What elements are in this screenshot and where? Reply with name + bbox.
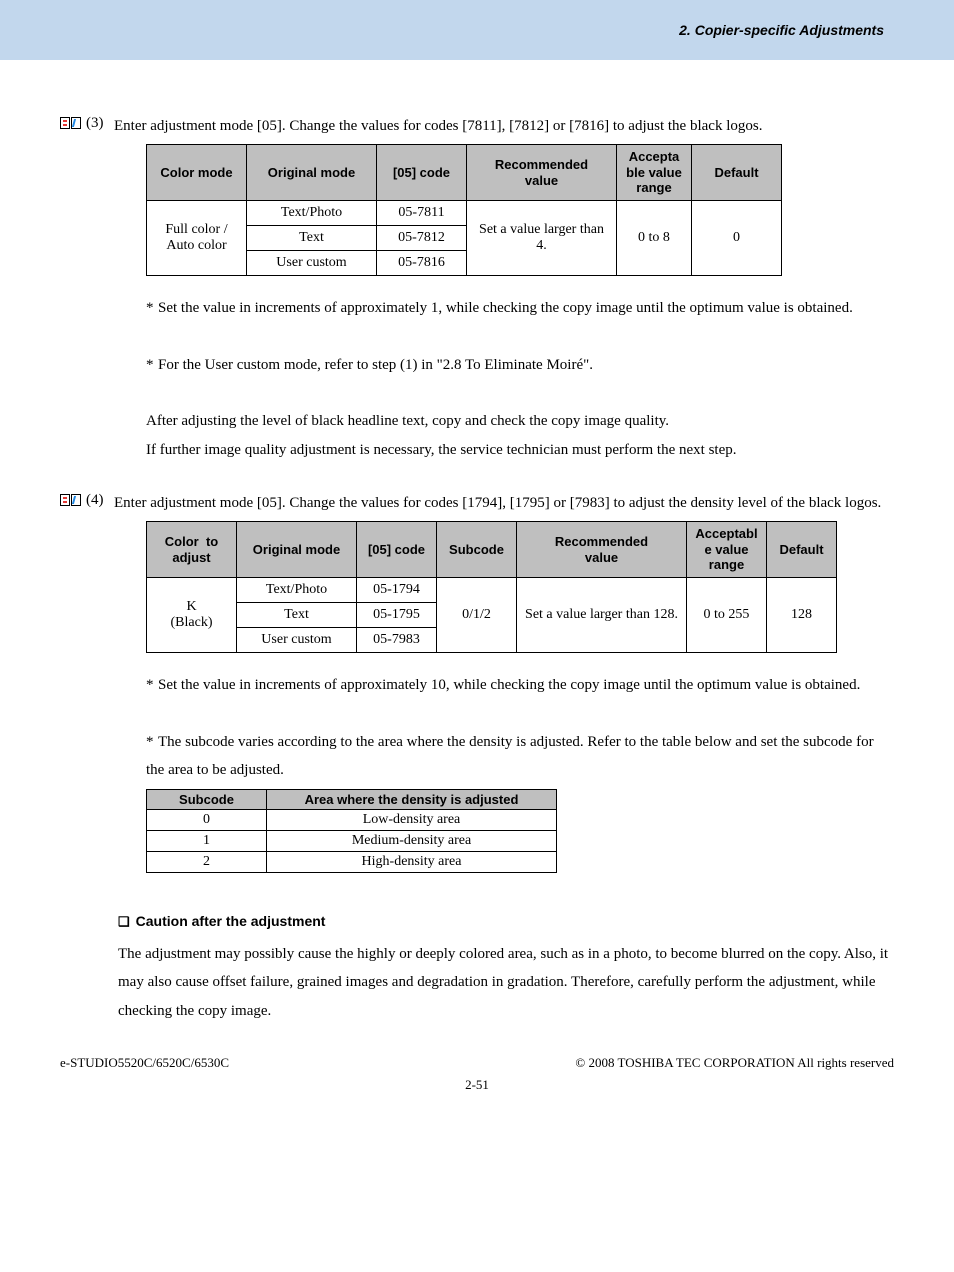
note-text: If further image quality adjustment is n…: [146, 442, 737, 458]
step-icons: [60, 492, 86, 515]
th-range: Acceptable valuerange: [617, 145, 692, 201]
th-default: Default: [692, 145, 782, 201]
page-body: (3) Enter adjustment mode [05]. Change t…: [0, 60, 954, 1055]
th-05-code: [05] code: [357, 522, 437, 578]
cell-range: 0 to 255: [687, 578, 767, 653]
th-05-code: [05] code: [377, 145, 467, 201]
step-icons: [60, 115, 86, 138]
footer-right: © 2008 TOSHIBA TEC CORPORATION All right…: [575, 1055, 894, 1071]
tool-icon: [71, 117, 81, 129]
caution-body: The adjustment may possibly cause the hi…: [118, 940, 894, 1026]
th-subcode: Subcode: [437, 522, 517, 578]
table-2: Color toadjust Original mode [05] code S…: [146, 521, 837, 653]
cell-area: Low-density area: [267, 809, 557, 830]
cell-sub: 2: [147, 851, 267, 872]
footer: e-STUDIO5520C/6520C/6530C © 2008 TOSHIBA…: [0, 1055, 954, 1123]
note-1a: *Set the value in increments of approxim…: [146, 294, 894, 323]
th-area: Area where the density is adjusted: [267, 789, 557, 809]
note-text: The subcode varies according to the area…: [146, 734, 874, 779]
cell-sub: 0: [147, 809, 267, 830]
note-1c: After adjusting the level of black headl…: [146, 407, 894, 436]
note-1d: If further image quality adjustment is n…: [146, 436, 894, 465]
note-2b: *The subcode varies according to the are…: [146, 728, 894, 785]
footer-page-number: 2-51: [60, 1077, 894, 1093]
cell-original: User custom: [247, 251, 377, 276]
header-bar: 2. Copier-specific Adjustments: [0, 0, 954, 60]
cell-area: Medium-density area: [267, 830, 557, 851]
cell-code: 05-7816: [377, 251, 467, 276]
step-3: (3) Enter adjustment mode [05]. Change t…: [60, 115, 894, 138]
note-text: Set the value in increments of approxima…: [158, 300, 853, 316]
cell-original: Text: [247, 226, 377, 251]
step-4: (4) Enter adjustment mode [05]. Change t…: [60, 492, 894, 515]
cell-code: 05-7811: [377, 201, 467, 226]
step-text: Enter adjustment mode [05]. Change the v…: [114, 115, 894, 138]
barcode-icon: [60, 494, 70, 506]
th-color-mode: Color mode: [147, 145, 247, 201]
cell-original: Text: [237, 603, 357, 628]
cell-original: User custom: [237, 628, 357, 653]
th-subcode: Subcode: [147, 789, 267, 809]
cell-default: 128: [767, 578, 837, 653]
tool-icon: [71, 494, 81, 506]
th-range: Acceptable valuerange: [687, 522, 767, 578]
th-original-mode: Original mode: [237, 522, 357, 578]
cell-range: 0 to 8: [617, 201, 692, 276]
th-recommended: Recommendedvalue: [467, 145, 617, 201]
cell-rec: Set a value larger than 4.: [467, 201, 617, 276]
step-number: (4): [86, 492, 114, 515]
table-1: Color mode Original mode [05] code Recom…: [146, 144, 782, 276]
caution-heading: ❏ Caution after the adjustment: [118, 913, 894, 930]
cell-color-adj: K(Black): [147, 578, 237, 653]
th-original-mode: Original mode: [247, 145, 377, 201]
checkbox-icon: ❏: [118, 914, 130, 929]
barcode-icon: [60, 117, 70, 129]
cell-original: Text/Photo: [247, 201, 377, 226]
cell-sub: 1: [147, 830, 267, 851]
cell-default: 0: [692, 201, 782, 276]
step-number: (3): [86, 115, 114, 138]
cell-code: 05-7812: [377, 226, 467, 251]
note-text: For the User custom mode, refer to step …: [158, 357, 593, 373]
cell-area: High-density area: [267, 851, 557, 872]
note-text: Set the value in increments of approxima…: [158, 677, 860, 693]
cell-code: 05-1794: [357, 578, 437, 603]
footer-left: e-STUDIO5520C/6520C/6530C: [60, 1055, 229, 1071]
cell-rec: Set a value larger than 128.: [517, 578, 687, 653]
th-color-adjust: Color toadjust: [147, 522, 237, 578]
cell-color-mode: Full color / Auto color: [147, 201, 247, 276]
note-2a: *Set the value in increments of approxim…: [146, 671, 894, 700]
section-title: 2. Copier-specific Adjustments: [679, 22, 884, 38]
note-1b: *For the User custom mode, refer to step…: [146, 351, 894, 380]
cell-code: 05-1795: [357, 603, 437, 628]
th-default: Default: [767, 522, 837, 578]
cell-original: Text/Photo: [237, 578, 357, 603]
table-3: Subcode Area where the density is adjust…: [146, 789, 557, 873]
step-text: Enter adjustment mode [05]. Change the v…: [114, 492, 894, 515]
note-text: After adjusting the level of black headl…: [146, 413, 669, 429]
th-recommended: Recommendedvalue: [517, 522, 687, 578]
cell-subcode: 0/1/2: [437, 578, 517, 653]
cell-code: 05-7983: [357, 628, 437, 653]
caution-title: Caution after the adjustment: [136, 913, 326, 929]
